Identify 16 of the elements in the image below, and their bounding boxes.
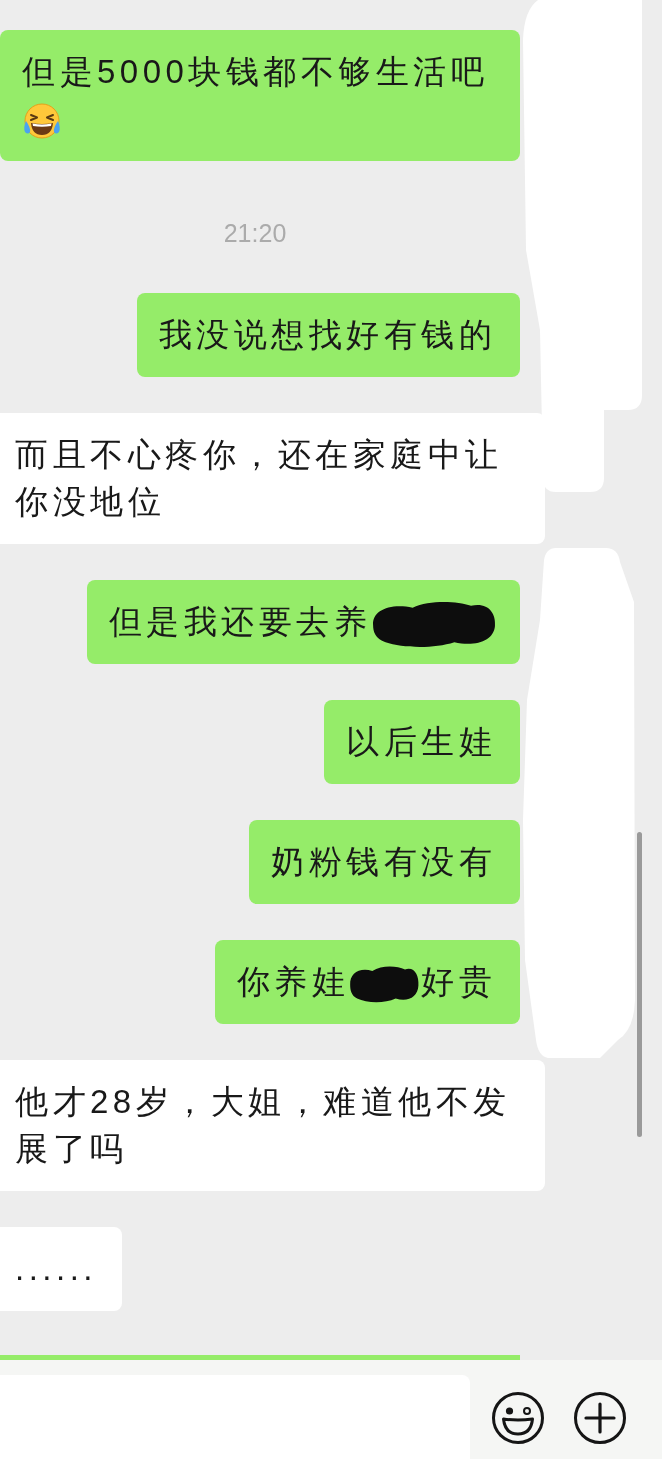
message-text: 但是5000块钱都不够生活吧 (22, 53, 489, 90)
message-timestamp: 21:20 (223, 218, 287, 249)
plus-icon[interactable] (573, 1391, 627, 1445)
message-text: 你养娃 (236, 963, 349, 1000)
message-text: 好贵 (421, 963, 496, 1000)
message-text: 以后生娃 (346, 723, 496, 760)
redaction-scribble-icon (371, 599, 496, 650)
message-text: 而且不心疼你，还在家庭中让你没地位 (15, 436, 503, 520)
message-text: 他才28岁，大姐，难道他不发展了吗 (15, 1083, 511, 1167)
message-text: ...... (15, 1250, 97, 1287)
smiley-icon[interactable] (491, 1391, 545, 1445)
message-text: 但是我还要去养 (108, 603, 371, 640)
message-text: 我没说想找好有钱的 (158, 316, 496, 353)
message-text: 奶粉钱有没有 (271, 843, 496, 880)
tears-of-joy-emoji-icon (22, 101, 62, 142)
redaction-scribble-icon (349, 964, 419, 1005)
